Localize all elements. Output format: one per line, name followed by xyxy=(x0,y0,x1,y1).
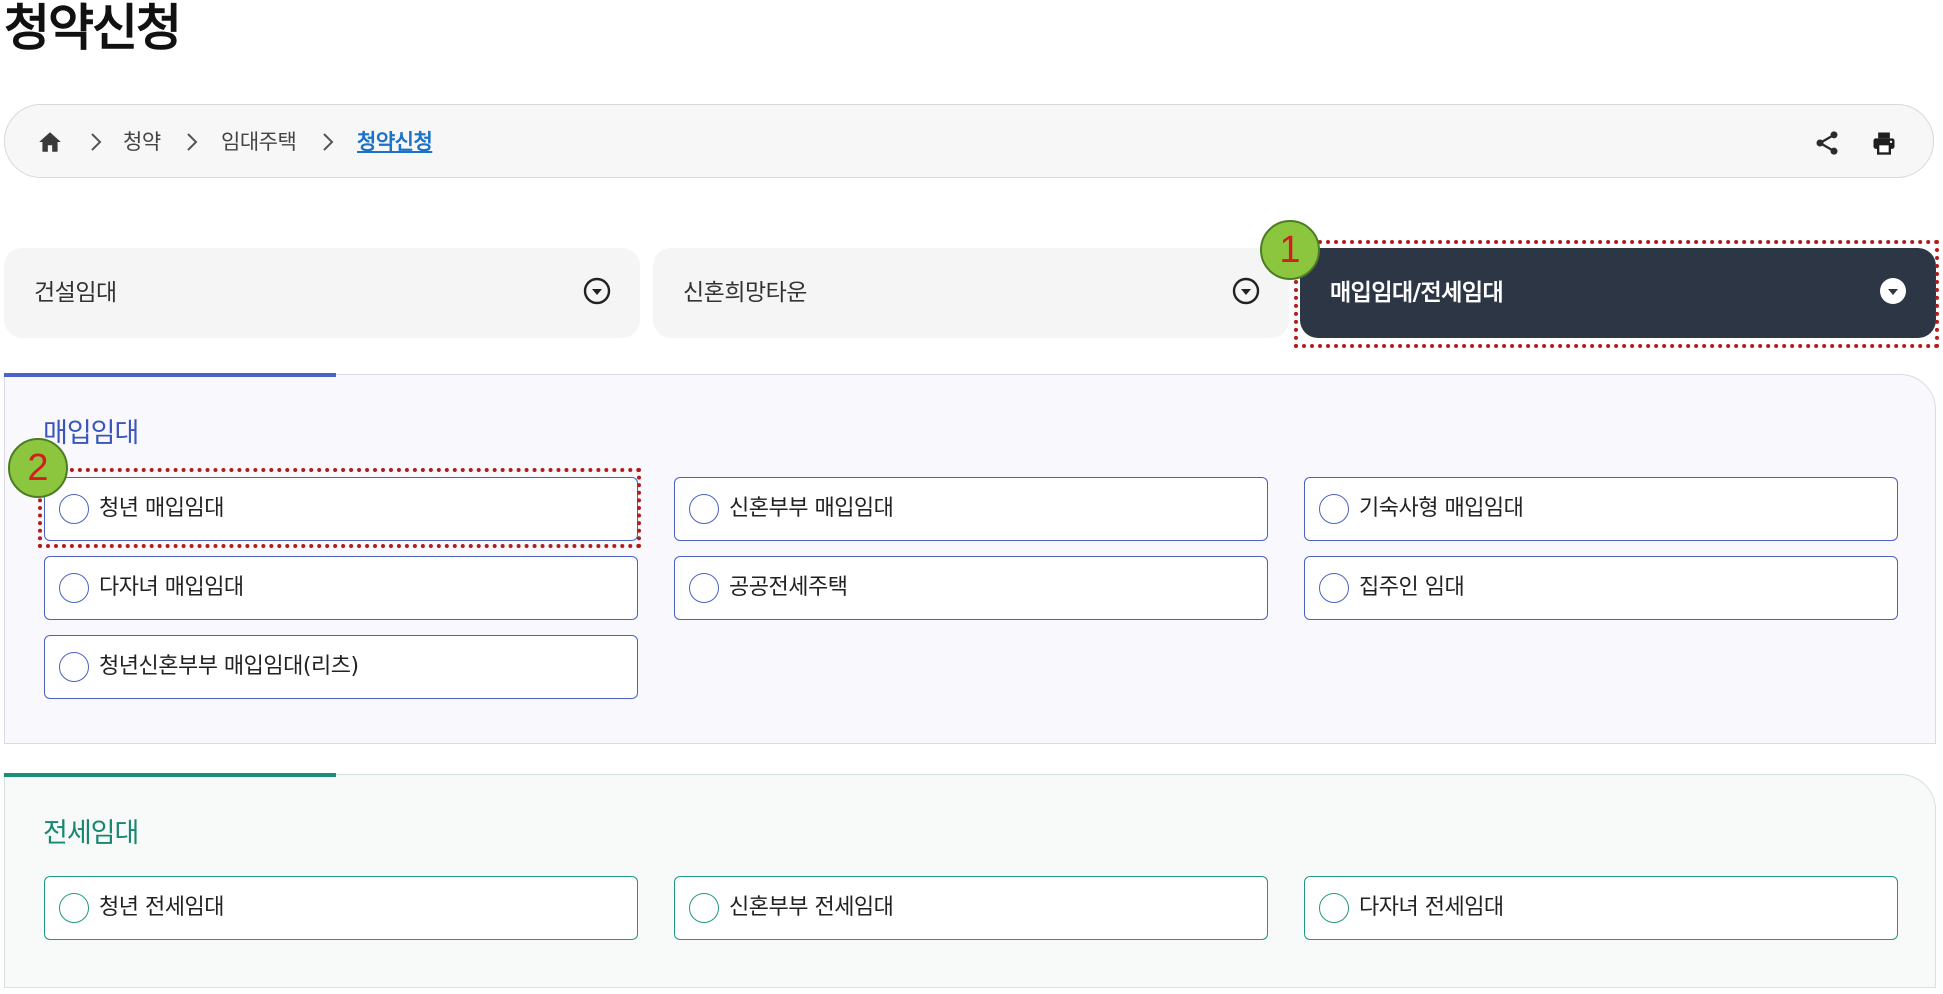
radio-button[interactable] xyxy=(59,494,89,524)
home-icon[interactable] xyxy=(37,129,63,155)
chevron-down-circle-icon xyxy=(1880,278,1906,304)
radio-button[interactable] xyxy=(59,573,89,603)
section-purchase-rental: 매입임대 청년 매입임대 신혼부부 매입임대 기숙사형 매입임대 다자녀 매입임… xyxy=(4,373,1936,744)
option-multichild-jeonse[interactable]: 다자녀 전세임대 xyxy=(1304,876,1898,940)
chevron-right-icon xyxy=(187,133,198,151)
option-label: 다자녀 전세임대 xyxy=(1359,895,1504,920)
option-dormitory-purchase[interactable]: 기숙사형 매입임대 xyxy=(1304,477,1898,541)
tab-newlywed-hope-town[interactable]: 신혼희망타운 xyxy=(653,248,1289,338)
option-label: 기숙사형 매입임대 xyxy=(1359,496,1524,521)
share-icon[interactable] xyxy=(1813,129,1841,157)
radio-button[interactable] xyxy=(689,573,719,603)
option-label: 청년 매입임대 xyxy=(99,496,224,521)
tab-label: 신혼희망타운 xyxy=(683,280,807,306)
radio-button[interactable] xyxy=(1319,893,1349,923)
radio-button[interactable] xyxy=(1319,573,1349,603)
page-title: 청약신청 xyxy=(4,0,182,57)
radio-button[interactable] xyxy=(59,652,89,682)
option-public-jeonse-housing[interactable]: 공공전세주택 xyxy=(674,556,1268,620)
radio-button[interactable] xyxy=(1319,494,1349,524)
print-icon[interactable] xyxy=(1870,129,1898,157)
chevron-right-icon xyxy=(323,133,334,151)
radio-button[interactable] xyxy=(689,893,719,923)
chevron-down-circle-icon xyxy=(583,277,611,305)
breadcrumb-item-current[interactable]: 청약신청 xyxy=(357,127,433,157)
radio-button[interactable] xyxy=(59,893,89,923)
step-badge-1: 1 xyxy=(1260,220,1320,280)
option-multichild-purchase[interactable]: 다자녀 매입임대 xyxy=(44,556,638,620)
option-label: 신혼부부 전세임대 xyxy=(729,895,894,920)
breadcrumb-item-rental-housing[interactable]: 임대주택 xyxy=(221,127,297,157)
tab-purchase-jeonse-rental[interactable]: 매입임대/전세임대 xyxy=(1300,248,1936,338)
option-label: 공공전세주택 xyxy=(729,575,848,600)
option-label: 다자녀 매입임대 xyxy=(99,575,244,600)
radio-button[interactable] xyxy=(689,494,719,524)
option-youth-jeonse[interactable]: 청년 전세임대 xyxy=(44,876,638,940)
option-label: 신혼부부 매입임대 xyxy=(729,496,894,521)
step-badge-2: 2 xyxy=(8,438,68,498)
option-youth-purchase[interactable]: 청년 매입임대 xyxy=(44,477,638,541)
option-label: 집주인 임대 xyxy=(1359,575,1465,600)
option-youth-newlywed-reits[interactable]: 청년신혼부부 매입임대(리츠) xyxy=(44,635,638,699)
breadcrumb: 청약 임대주택 청약신청 xyxy=(4,104,1934,178)
chevron-right-icon xyxy=(91,133,102,151)
option-label: 청년 전세임대 xyxy=(99,895,224,920)
tab-label: 매입임대/전세임대 xyxy=(1330,280,1504,306)
option-newlywed-jeonse[interactable]: 신혼부부 전세임대 xyxy=(674,876,1268,940)
chevron-down-circle-icon xyxy=(1232,277,1260,305)
option-newlywed-purchase[interactable]: 신혼부부 매입임대 xyxy=(674,477,1268,541)
option-label: 청년신혼부부 매입임대(리츠) xyxy=(99,654,359,679)
section-accent-bar xyxy=(4,373,336,377)
section-jeonse-rental: 전세임대 청년 전세임대 신혼부부 전세임대 다자녀 전세임대 xyxy=(4,773,1936,988)
tab-construction-rental[interactable]: 건설임대 xyxy=(4,248,640,338)
tab-label: 건설임대 xyxy=(34,280,117,306)
option-landlord-rental[interactable]: 집주인 임대 xyxy=(1304,556,1898,620)
section-title: 전세임대 xyxy=(43,818,139,849)
breadcrumb-item-subscription[interactable]: 청약 xyxy=(123,127,161,157)
section-accent-bar xyxy=(4,773,336,777)
